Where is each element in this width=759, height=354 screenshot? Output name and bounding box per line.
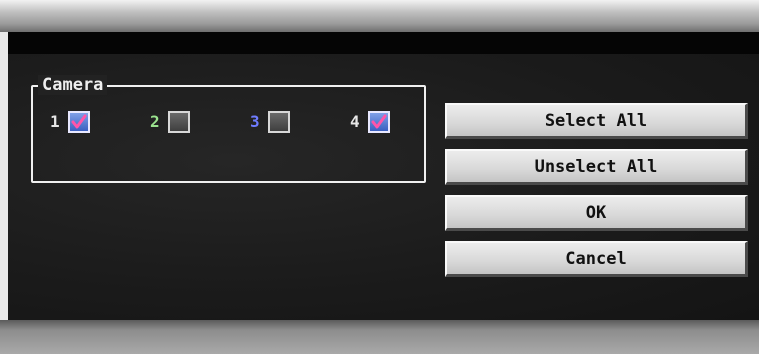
camera-group-box — [31, 85, 426, 183]
select-all-button[interactable]: Select All — [445, 103, 748, 139]
ok-button[interactable]: OK — [445, 195, 748, 231]
camera-4-checkbox[interactable] — [367, 111, 390, 133]
camera-1-label: 1 — [50, 112, 60, 131]
camera-2-label: 2 — [150, 112, 160, 131]
camera-2-checkbox[interactable] — [167, 111, 190, 133]
camera-option-1[interactable]: 1 — [50, 111, 90, 133]
check-mark-icon — [71, 114, 87, 129]
status-bar — [0, 320, 759, 354]
camera-3-label: 3 — [250, 112, 260, 131]
check-mark-icon — [371, 114, 387, 129]
camera-option-3[interactable]: 3 — [250, 111, 290, 133]
camera-option-4[interactable]: 4 — [350, 111, 390, 133]
dialog-header-strip — [8, 32, 759, 54]
unselect-all-button[interactable]: Unselect All — [445, 149, 748, 185]
window-left-edge — [0, 32, 8, 320]
camera-1-checkbox[interactable] — [67, 111, 90, 133]
camera-4-label: 4 — [350, 112, 360, 131]
title-bar — [0, 0, 759, 32]
cancel-button[interactable]: Cancel — [445, 241, 748, 277]
camera-group-title: Camera — [38, 75, 108, 95]
camera-option-2[interactable]: 2 — [150, 111, 190, 133]
camera-3-checkbox[interactable] — [267, 111, 290, 133]
